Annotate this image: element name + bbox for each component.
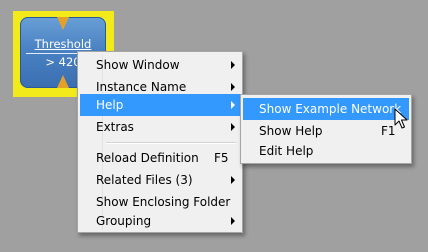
- menu-item-label: Reload Definition: [96, 151, 199, 165]
- menu-item-label: Related Files (3): [96, 173, 193, 187]
- submenu-item-show-help[interactable]: Show Help F1: [243, 120, 409, 142]
- menu-item-extras[interactable]: Extras: [80, 116, 240, 138]
- help-submenu: Show Example Network Show Help F1 Edit H…: [240, 94, 412, 164]
- chevron-right-icon: [231, 123, 235, 131]
- menu-item-label: Help: [96, 98, 124, 112]
- menu-item-show-window[interactable]: Show Window: [80, 54, 240, 76]
- menu-item-related-files[interactable]: Related Files (3): [80, 169, 240, 191]
- chevron-right-icon: [231, 61, 235, 69]
- chevron-right-icon: [231, 176, 235, 184]
- chevron-right-icon: [231, 83, 235, 91]
- menu-item-shortcut: F5: [214, 151, 229, 165]
- menu-item-label: Extras: [96, 120, 134, 134]
- menu-item-reload-definition[interactable]: Reload Definition F5: [80, 147, 240, 169]
- menu-item-label: Grouping: [96, 214, 152, 228]
- node-input-port[interactable]: [57, 17, 69, 30]
- menu-item-label: Show Help: [259, 124, 323, 138]
- menu-item-label: Show Window: [96, 58, 180, 72]
- node-output-port[interactable]: [57, 75, 69, 88]
- submenu-item-edit-help[interactable]: Edit Help: [243, 140, 409, 162]
- context-menu: Show Window Instance Name Help Extras Re…: [77, 51, 243, 233]
- chevron-right-icon: [231, 217, 235, 225]
- menu-item-label: Show Example Network: [259, 102, 402, 116]
- menu-item-grouping[interactable]: Grouping: [80, 210, 240, 232]
- node-title: Threshold: [34, 37, 92, 51]
- chevron-right-icon: [231, 101, 235, 109]
- submenu-item-show-example-network[interactable]: Show Example Network: [243, 98, 409, 120]
- menu-item-help[interactable]: Help: [80, 94, 240, 116]
- menu-separator: [106, 142, 236, 144]
- mouse-pointer-icon: [394, 108, 408, 129]
- menu-item-label: Edit Help: [259, 144, 314, 158]
